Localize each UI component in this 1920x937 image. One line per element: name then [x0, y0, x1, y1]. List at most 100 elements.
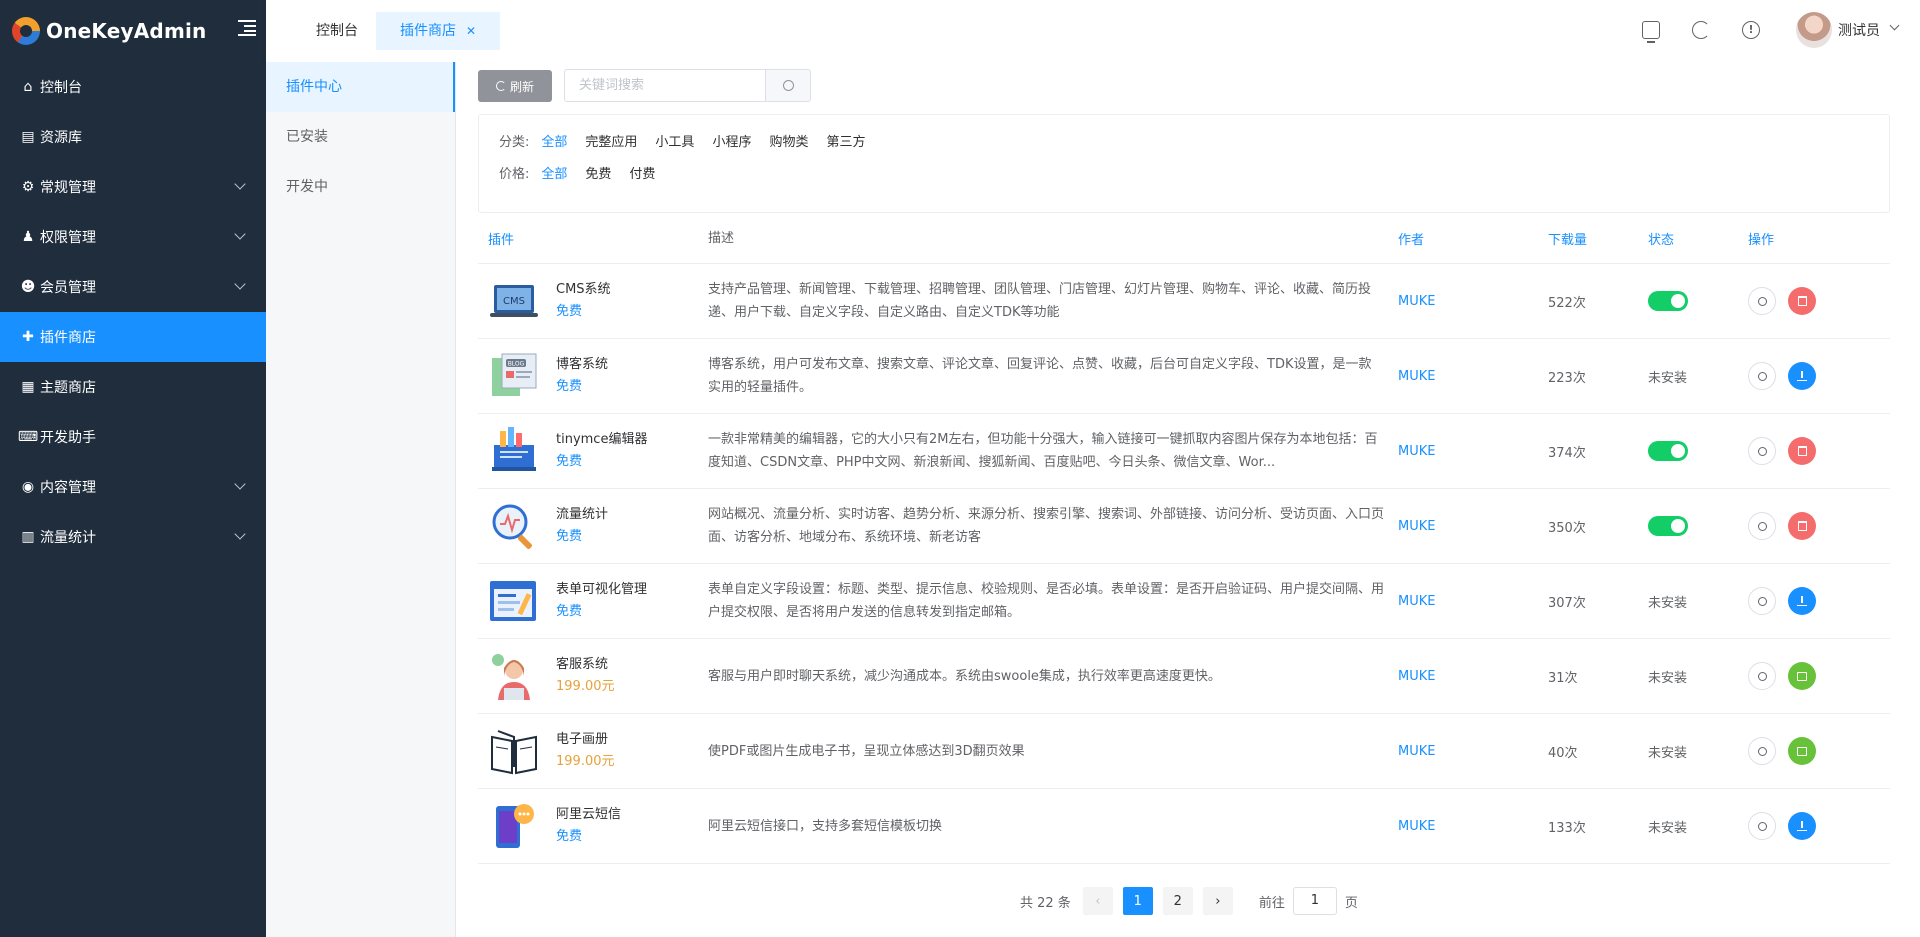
layout-icon: ▦: [21, 379, 35, 395]
sidebar-collapse-icon[interactable]: [238, 20, 256, 36]
search-button[interactable]: [765, 69, 811, 102]
avatar[interactable]: [1796, 12, 1832, 48]
plugin-thumbnail: CMS: [488, 273, 540, 329]
plugin-downloads: 374次: [1548, 445, 1586, 461]
plugin-info: 电子画册 199.00元: [556, 729, 615, 773]
plugin-downloads: 223次: [1548, 370, 1586, 386]
view-button[interactable]: [1748, 662, 1776, 690]
prev-page-button[interactable]: ‹: [1082, 887, 1113, 915]
close-icon[interactable]: ✕: [466, 24, 476, 38]
sidebar-item-label: 会员管理: [40, 280, 96, 296]
plugin-author[interactable]: MUKE: [1398, 444, 1548, 459]
puzzle-icon: ✚: [22, 329, 34, 345]
monitor-icon[interactable]: [1642, 21, 1660, 43]
plugin-thumbnail: [488, 648, 540, 704]
view-button[interactable]: [1748, 287, 1776, 315]
category-filter-option[interactable]: 全部: [541, 131, 567, 150]
plugin-price: 免费: [556, 454, 583, 469]
subnav-item-developing[interactable]: 开发中: [266, 162, 455, 212]
username[interactable]: 测试员: [1838, 20, 1880, 40]
plugin-status: [1648, 291, 1748, 311]
install-button[interactable]: [1788, 812, 1816, 840]
search-input[interactable]: 关键词搜索: [564, 69, 766, 102]
price-filter-option[interactable]: 全部: [541, 163, 567, 182]
plugin-author[interactable]: MUKE: [1398, 519, 1548, 534]
view-button[interactable]: [1748, 512, 1776, 540]
subnav-item-installed[interactable]: 已安装: [266, 112, 455, 162]
plugin-author[interactable]: MUKE: [1398, 294, 1548, 309]
plugin-author[interactable]: MUKE: [1398, 669, 1548, 684]
plugin-author[interactable]: MUKE: [1398, 744, 1548, 759]
install-button[interactable]: [1788, 587, 1816, 615]
price-filter-option[interactable]: 付费: [629, 163, 655, 182]
sidebar-item-4[interactable]: ☻ 会员管理: [0, 262, 266, 312]
logo-icon: [12, 17, 40, 45]
logo[interactable]: OneKeyAdmin: [0, 0, 266, 62]
sidebar-item-0[interactable]: ⌂ 控制台: [0, 62, 266, 112]
plugin-author[interactable]: MUKE: [1398, 594, 1548, 609]
plugin-description: 客服与用户即时聊天系统，减少沟通成本。系统由swoole集成，执行效率更高速度更…: [708, 665, 1398, 688]
plugin-thumbnail: [488, 798, 540, 854]
tab-console[interactable]: 控制台: [316, 12, 358, 50]
info-icon[interactable]: !: [1742, 21, 1760, 39]
home-icon: ⌂: [23, 79, 33, 95]
plugin-author[interactable]: MUKE: [1398, 819, 1548, 834]
view-button[interactable]: [1748, 737, 1776, 765]
buy-button[interactable]: [1788, 662, 1816, 690]
category-filter-option[interactable]: 第三方: [826, 131, 865, 150]
column-header-plugin: 插件: [488, 233, 515, 248]
plugin-info: 客服系统 199.00元: [556, 654, 615, 698]
sidebar-item-8[interactable]: ◉ 内容管理: [0, 462, 266, 512]
page-button-2[interactable]: 2: [1162, 887, 1193, 915]
sidebar-item-6[interactable]: ▦ 主题商店: [0, 362, 266, 412]
category-filter-option[interactable]: 小程序: [712, 131, 751, 150]
status-text: 未安装: [1648, 370, 1688, 386]
plugin-author[interactable]: MUKE: [1398, 369, 1548, 384]
view-button[interactable]: [1748, 812, 1776, 840]
plugin-subnav: 插件中心 已安装 开发中: [266, 62, 456, 937]
category-filter-option[interactable]: 购物类: [769, 131, 808, 150]
status-text: 未安装: [1648, 820, 1688, 836]
page-button-1[interactable]: 1: [1122, 887, 1153, 915]
category-filter-option[interactable]: 完整应用: [585, 131, 637, 150]
plugin-status: 未安装: [1648, 592, 1748, 611]
plugin-cell: CMS CMS系统 免费: [478, 273, 708, 329]
sidebar-item-1[interactable]: ▤ 资源库: [0, 112, 266, 162]
plugin-info: tinymce编辑器 免费: [556, 429, 647, 473]
category-filter-option[interactable]: 小工具: [655, 131, 694, 150]
table-body: CMS CMS系统 免费 支持产品管理、新闻管理、下载管理、招聘管理、团队管理、门店管…: [478, 264, 1890, 864]
goto-page-input[interactable]: 1: [1292, 887, 1337, 915]
subnav-item-plugin-center[interactable]: 插件中心: [266, 62, 455, 112]
search-icon: [1757, 596, 1767, 606]
status-toggle[interactable]: [1648, 291, 1688, 311]
delete-button[interactable]: [1788, 287, 1816, 315]
delete-button[interactable]: [1788, 437, 1816, 465]
buy-button[interactable]: [1788, 737, 1816, 765]
sidebar-item-9[interactable]: ▥ 流量统计: [0, 512, 266, 562]
view-button[interactable]: [1748, 437, 1776, 465]
plugin-status: 未安装: [1648, 367, 1748, 386]
tab-plugin-store[interactable]: 插件商店 ✕: [376, 12, 500, 50]
download-icon: [1797, 596, 1807, 606]
sidebar-item-label: 插件商店: [40, 330, 96, 346]
plugin-name: 博客系统: [556, 357, 609, 372]
plugin-price: 免费: [556, 529, 583, 544]
chevron-down-icon[interactable]: [1889, 20, 1900, 31]
install-button[interactable]: [1788, 362, 1816, 390]
status-toggle[interactable]: [1648, 516, 1688, 536]
sidebar-item-3[interactable]: ♟ 权限管理: [0, 212, 266, 262]
price-filter-option[interactable]: 免费: [585, 163, 611, 182]
refresh-button[interactable]: 刷新: [478, 70, 552, 102]
view-button[interactable]: [1748, 587, 1776, 615]
sidebar-item-2[interactable]: ⚙ 常规管理: [0, 162, 266, 212]
refresh-icon[interactable]: [1692, 21, 1710, 39]
status-toggle[interactable]: [1648, 441, 1688, 461]
plugin-description-text: 一款非常精美的编辑器，它的大小只有2M左右，但功能十分强大，输入链接可一键抓取内…: [708, 432, 1378, 470]
sidebar-item-7[interactable]: ⌨ 开发助手: [0, 412, 266, 462]
sidebar: OneKeyAdmin ⌂ 控制台 ▤ 资源库 ⚙ 常规管理 ♟ 权限管理 ☻ 会员管理 ✚ 插件商店…: [0, 0, 266, 937]
plugin-description: 博客系统，用户可发布文章、搜索文章、评论文章、回复评论、点赞、收藏，后台可自定义…: [708, 353, 1398, 399]
sidebar-item-5[interactable]: ✚ 插件商店: [0, 312, 266, 362]
delete-button[interactable]: [1788, 512, 1816, 540]
view-button[interactable]: [1748, 362, 1776, 390]
next-page-button[interactable]: ›: [1202, 887, 1233, 915]
